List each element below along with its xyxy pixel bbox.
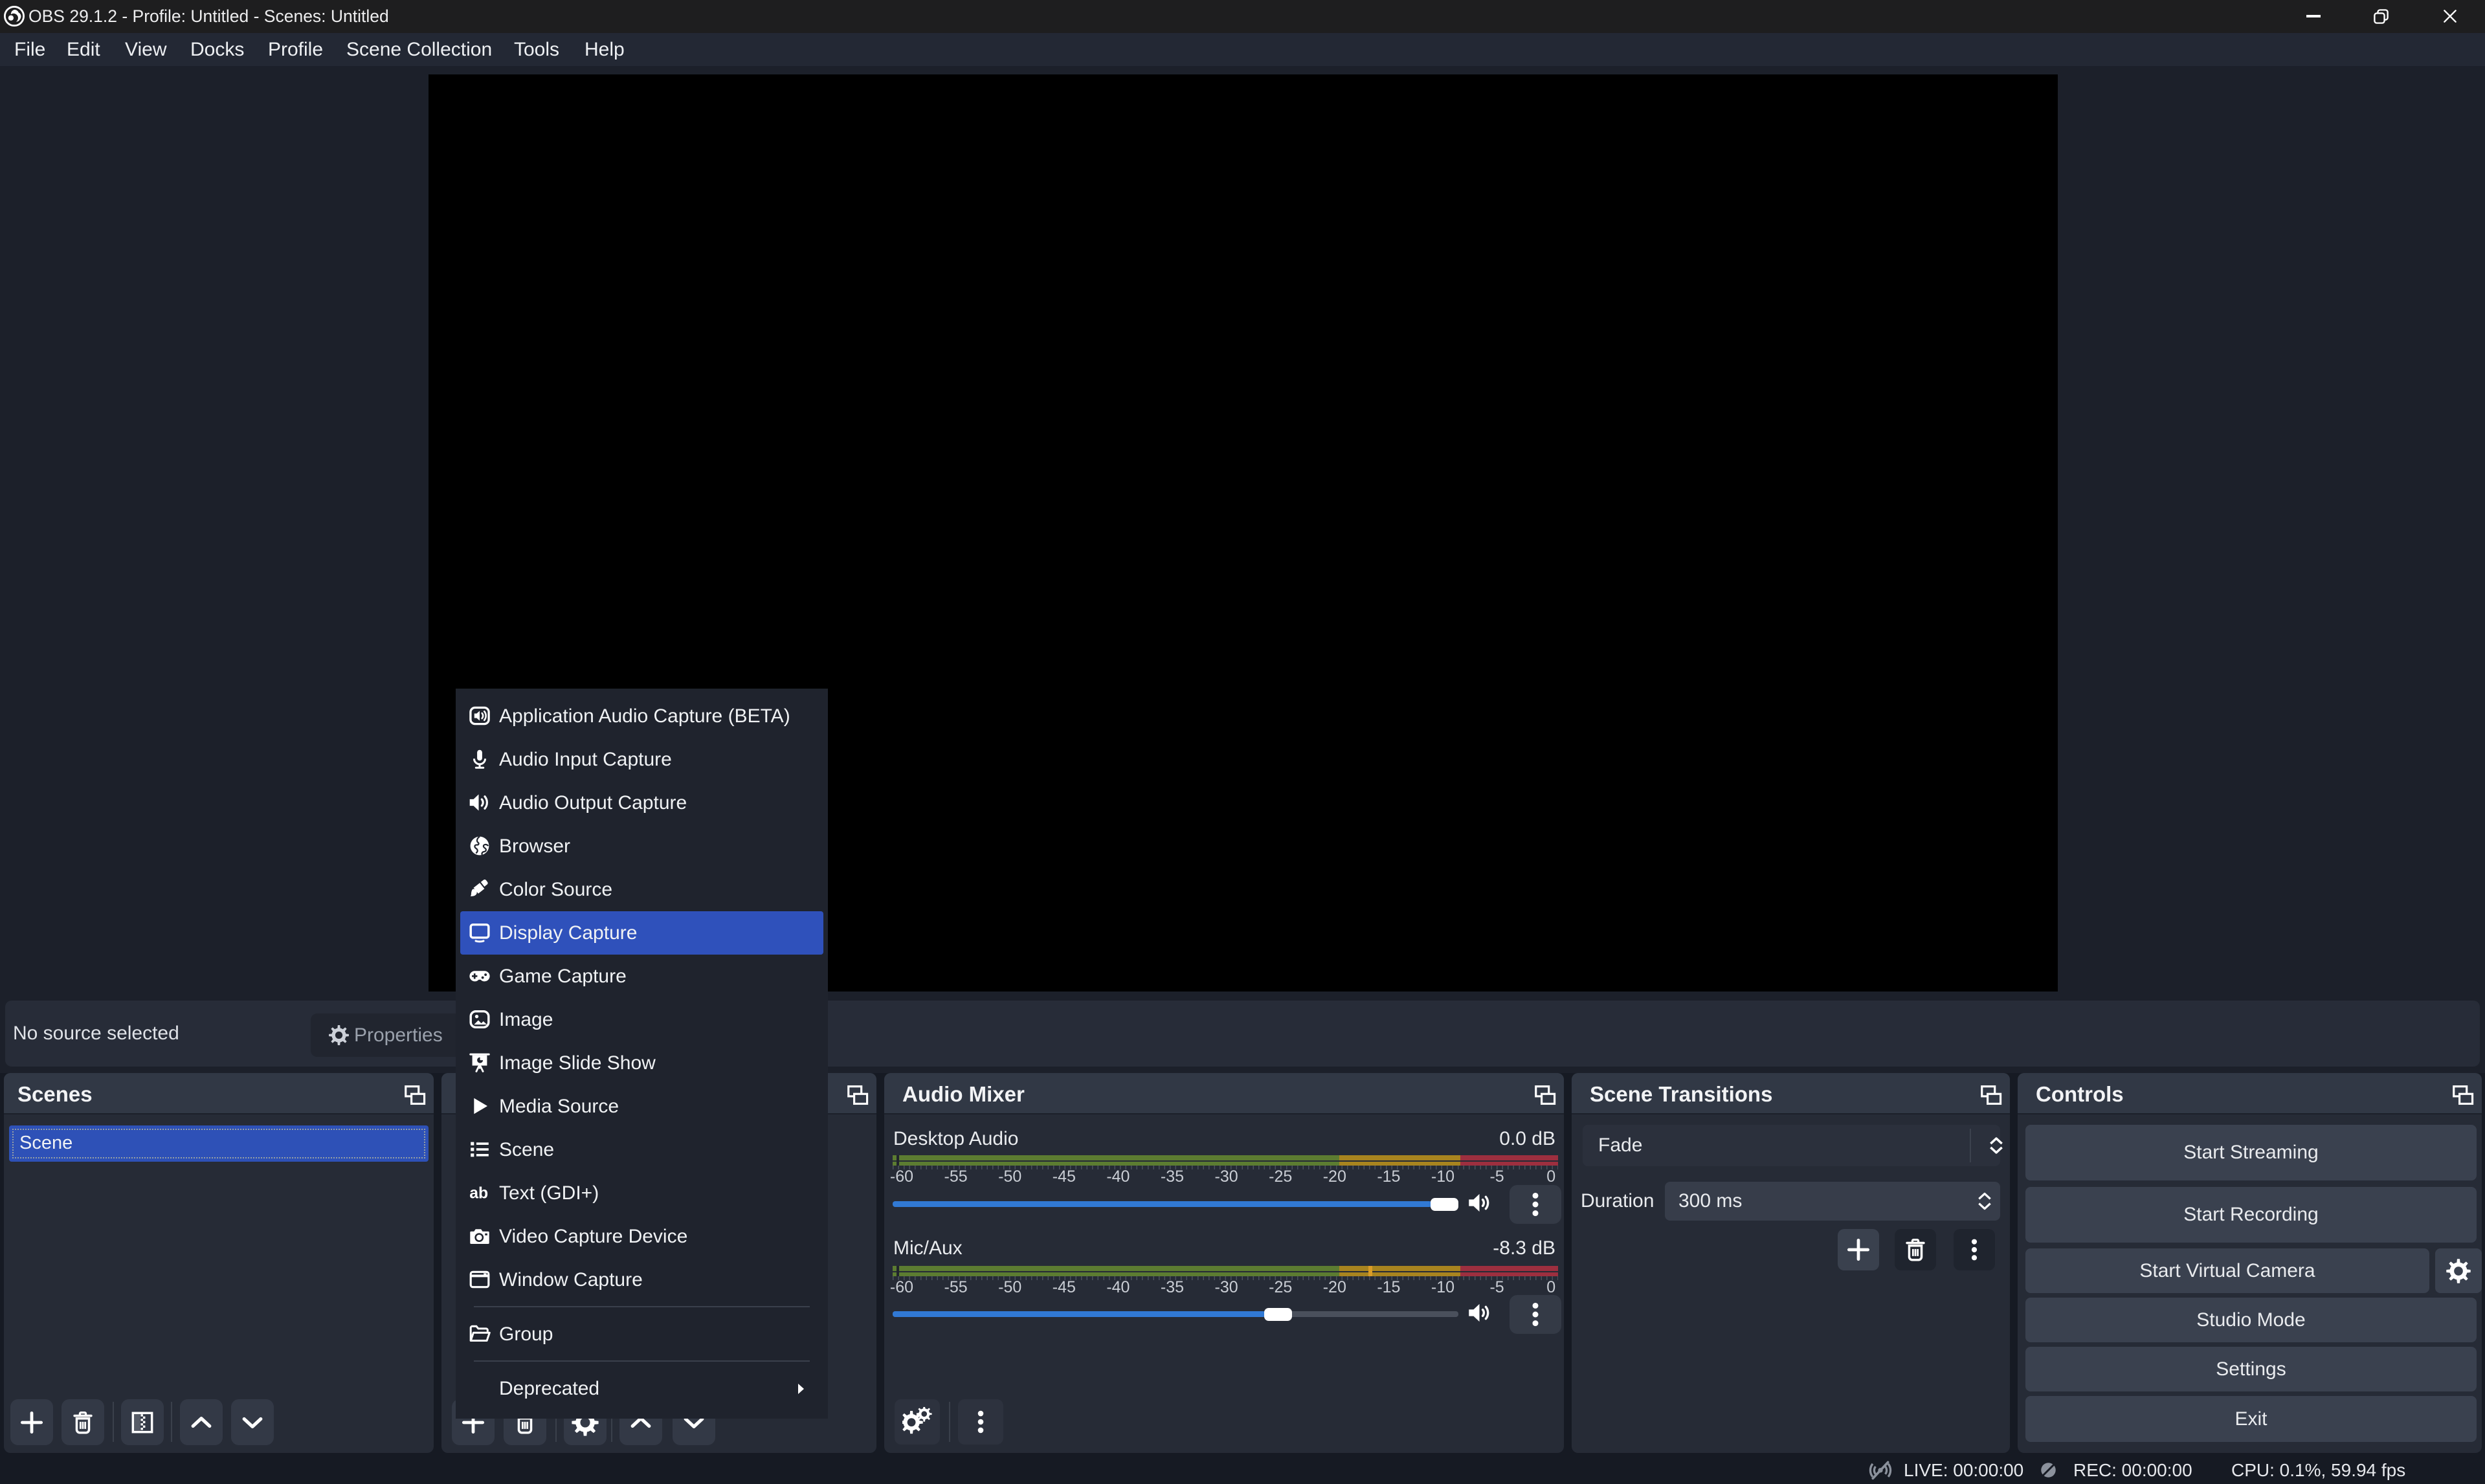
svg-text:ab: ab	[469, 1184, 488, 1202]
